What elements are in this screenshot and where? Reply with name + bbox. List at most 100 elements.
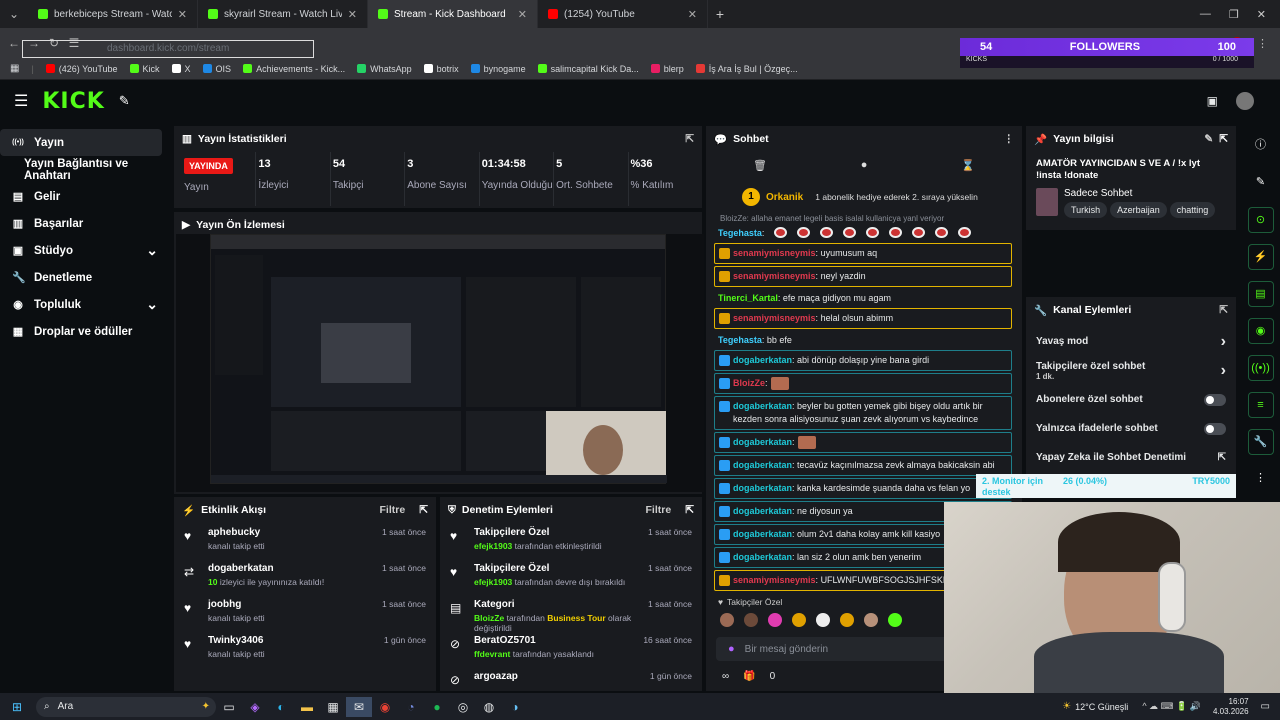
stream-view-icon[interactable]: ▣ — [1207, 94, 1218, 108]
popout-icon[interactable]: ⇱ — [1219, 133, 1228, 145]
chat-message[interactable]: dogaberkatan: — [714, 432, 1012, 453]
kick-logo[interactable]: KICK — [42, 89, 104, 114]
chat-message[interactable]: dogaberkatan: kanka kardesimde şuanda da… — [714, 478, 1012, 499]
bookmark-item[interactable]: X — [171, 64, 191, 74]
maximize-icon[interactable]: ❐ — [1229, 8, 1239, 21]
task-view-icon[interactable]: ▭ — [216, 697, 242, 717]
chat-message[interactable]: dogaberkatan: abi dönüp dolaşıp yine ban… — [714, 350, 1012, 371]
clock-time[interactable]: 16:07 — [1213, 697, 1249, 707]
chat-username[interactable]: senamiymisneymis — [733, 271, 816, 281]
tray-icons[interactable]: ^ ☁ ⌨ 🔋 🔊 — [1142, 701, 1201, 712]
menu-icon[interactable]: ⋮ — [1257, 37, 1268, 50]
tab-close-icon[interactable]: ✕ — [688, 8, 697, 21]
stream-preview-video[interactable] — [176, 234, 704, 492]
hourglass-icon[interactable]: ⌛ — [961, 159, 975, 172]
activity-item[interactable]: ♥ aphebucky kanalı takip etti 1 saat önce — [184, 527, 426, 563]
clock-date[interactable]: 4.03.2026 — [1213, 707, 1249, 717]
bookmark-item[interactable]: salimcapital Kick Da... — [537, 64, 639, 74]
moderation-item[interactable]: ♥ Takipçilere Özel efejk1903 tarafından de… — [450, 563, 692, 599]
chat-username[interactable]: dogaberkatan — [733, 437, 792, 447]
chevron-right-icon[interactable]: › — [1221, 333, 1226, 351]
chat-username[interactable]: Tinerci_Kartal — [718, 293, 778, 303]
gift-icon[interactable]: 🎁 — [743, 671, 755, 682]
external-link-icon[interactable]: ⇱ — [1218, 452, 1226, 463]
sidebar-item[interactable]: Yayın Bağlantısı ve Anahtarı — [0, 156, 170, 183]
tab-close-icon[interactable]: ✕ — [178, 8, 187, 21]
emote-icon[interactable] — [816, 613, 830, 627]
microphone-icon[interactable]: ● — [728, 643, 735, 655]
edit-icon[interactable]: ✎ — [1204, 133, 1213, 145]
studio-pin-icon[interactable]: ✎ — [119, 93, 130, 109]
chevron-right-icon[interactable]: › — [1221, 362, 1226, 380]
chat-message[interactable]: dogaberkatan: tecavüz kaçınılmazsa zevk … — [714, 455, 1012, 476]
chat-username[interactable]: Tegehasta — [718, 228, 762, 238]
clipboard-icon[interactable]: ▤ — [1247, 281, 1274, 307]
browser-tab[interactable]: skyrairl Stream - Watch Live on ✕ — [198, 0, 368, 28]
store-icon[interactable]: ▦ — [320, 697, 346, 717]
layers-icon[interactable]: ≡ — [1247, 392, 1274, 418]
chat-username[interactable]: dogaberkatan — [733, 401, 792, 411]
browser-tab[interactable]: Stream - Kick Dashboard ✕ — [368, 0, 538, 28]
chat-username[interactable]: dogaberkatan — [733, 529, 792, 539]
bookmark-item[interactable]: OIS — [202, 64, 231, 74]
channel-action-row[interactable]: Takipçilere özel sohbet 1 dk. › — [1026, 356, 1236, 385]
emote-icon[interactable] — [840, 613, 854, 627]
channel-action-row[interactable]: Abonelere özel sohbet — [1026, 385, 1236, 414]
weather-text[interactable]: 12°C Güneşli — [1075, 702, 1128, 712]
chat-message[interactable]: Tinerci_Kartal: efe maça gidiyon mu agam — [714, 289, 1012, 308]
chat-message[interactable]: Tegehasta: — [714, 224, 1012, 243]
chat-username[interactable]: BloizZe — [733, 378, 765, 388]
bookmark-item[interactable]: Kick — [129, 64, 160, 74]
sidebar-item[interactable]: ◉ Topluluk ⌄ — [0, 291, 170, 318]
toggle-switch[interactable] — [1204, 393, 1226, 406]
activity-item[interactable]: ♥ joobhg kanalı takip etti 1 saat önce — [184, 599, 426, 635]
bookmark-item[interactable]: WhatsApp — [357, 64, 412, 74]
github-icon[interactable]: ◍ — [476, 697, 502, 717]
bookmark-item[interactable]: blerp — [650, 64, 684, 74]
chat-username[interactable]: dogaberkatan — [733, 483, 792, 493]
channel-action-row[interactable]: Yapay Zeka ile Sohbet Denetimi ⇱ — [1026, 443, 1236, 472]
url-input[interactable]: dashboard.kick.com/stream — [22, 40, 314, 58]
browser-tab[interactable]: berkebiceps Stream - Watch Li... ✕ — [28, 0, 198, 28]
sidebar-item[interactable]: ▦ Droplar ve ödüller — [0, 318, 170, 345]
chat-username[interactable]: dogaberkatan — [733, 355, 792, 365]
weather-icon[interactable]: ☀ — [1062, 701, 1071, 712]
hamburger-icon[interactable]: ☰ — [14, 91, 28, 111]
tab-close-icon[interactable]: ✕ — [348, 8, 357, 21]
stream-tag[interactable]: Turkish — [1064, 202, 1108, 218]
edge-icon[interactable]: ◐ — [268, 697, 294, 717]
sidebar-item[interactable]: ▤ Gelir — [0, 183, 170, 210]
broadcast-icon[interactable]: ((•)) — [1247, 355, 1274, 381]
chat-message[interactable]: senamiymisneymis: neyl yazdin — [714, 266, 1012, 287]
chat-username[interactable]: dogaberkatan — [733, 460, 792, 470]
channel-action-row[interactable]: Yavaş mod › — [1026, 327, 1236, 356]
moderation-item[interactable]: ⊘ BeratOZ5701 ffdevrant tarafından yasakla… — [450, 635, 692, 671]
lightning-icon[interactable]: ⚡ — [1247, 244, 1274, 270]
chat-username[interactable]: Tegehasta — [718, 335, 762, 345]
copilot-icon[interactable]: ◈ — [242, 697, 268, 717]
chat-message[interactable]: senamiymisneymis: helal olsun abimm — [714, 308, 1012, 329]
stream-tag[interactable]: chatting — [1169, 202, 1216, 218]
chat-username[interactable]: senamiymisneymis — [733, 248, 816, 258]
chat-username[interactable]: dogaberkatan — [733, 552, 792, 562]
notification-icon[interactable]: ▭ — [1261, 701, 1270, 712]
chat-menu-icon[interactable]: ⋮ — [1004, 133, 1015, 145]
obs-icon[interactable]: ◎ — [450, 697, 476, 717]
moderation-filter-button[interactable]: Filtre — [646, 504, 672, 516]
bookmark-item[interactable]: (426) YouTube — [45, 64, 118, 74]
sidebar-item[interactable]: ▥ Başarılar — [0, 210, 170, 237]
trash-icon[interactable]: 🗑 — [753, 159, 767, 172]
chat-message[interactable]: dogaberkatan: beyler bu gotten yemek gib… — [714, 396, 1012, 430]
emote-icon[interactable] — [888, 613, 902, 627]
popout-icon[interactable]: ⇱ — [1219, 304, 1228, 316]
emote-icon[interactable] — [768, 613, 782, 627]
moderation-item[interactable]: ▤ Kategori BloizZe tarafından Business Tou… — [450, 599, 692, 635]
infinity-icon[interactable]: ∞ — [722, 671, 729, 682]
back-icon[interactable]: ← — [4, 36, 24, 50]
chat-username[interactable]: senamiymisneymis — [733, 313, 816, 323]
tab-menu-icon[interactable]: ⌄ — [0, 7, 28, 21]
bookmark-item[interactable]: Achievements - Kick... — [243, 64, 345, 74]
activity-filter-button[interactable]: Filtre — [380, 504, 406, 516]
taskbar-search[interactable]: ⌕ Ara ✦ — [36, 696, 216, 717]
info-icon[interactable]: ⓘ — [1248, 133, 1274, 159]
